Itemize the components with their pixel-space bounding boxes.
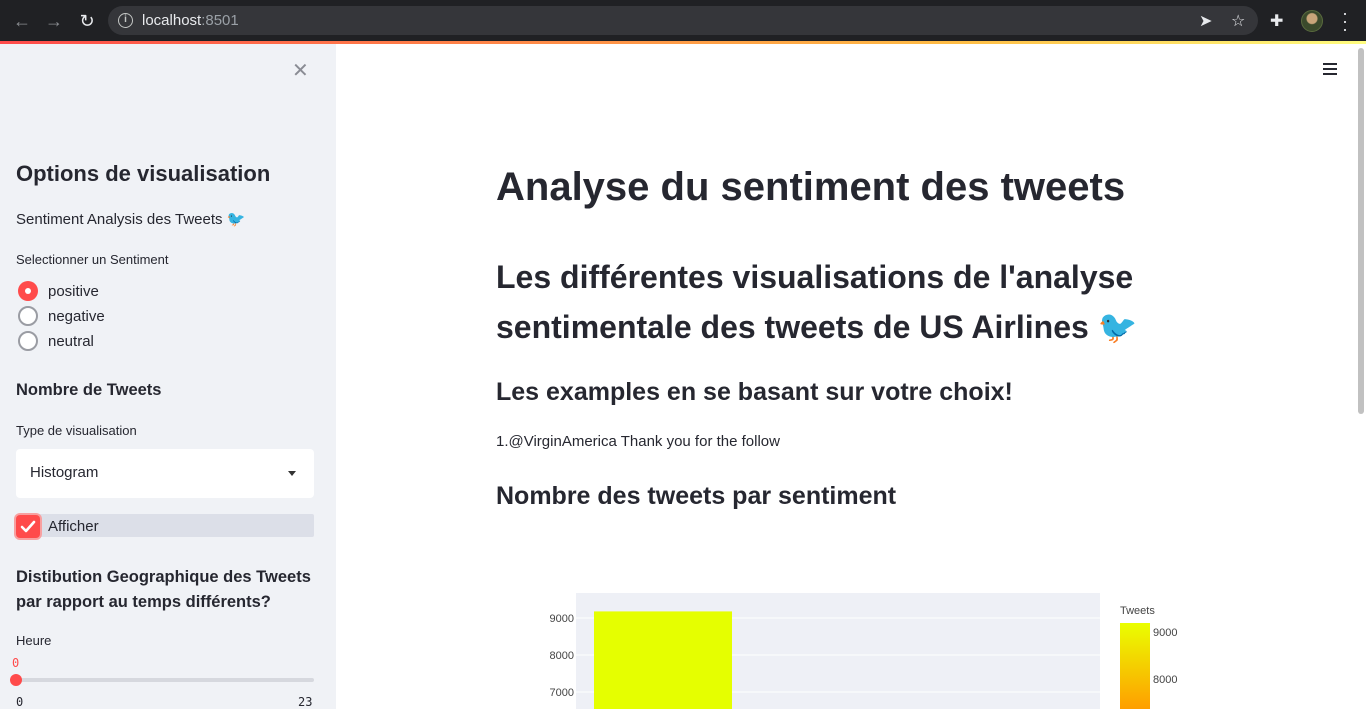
page-subtitle: Les différentes visualisations de l'anal… — [496, 259, 1138, 345]
sentiment-label: Selectionner un Sentiment — [16, 252, 169, 267]
colorbar-tick-label: 8000 — [1153, 674, 1177, 686]
page-scrollbar[interactable] — [1358, 48, 1364, 414]
example-tweet: 1.@VirginAmerica Thank you for the follo… — [496, 433, 780, 450]
bookmark-star-icon[interactable]: ☆ — [1231, 11, 1245, 31]
hour-slider-value: 0 — [12, 656, 20, 670]
colorbar — [1120, 623, 1150, 709]
browser-menu-icon[interactable]: · · · — [1338, 4, 1352, 38]
extensions-icon[interactable]: ✚ — [1270, 11, 1283, 31]
address-bar[interactable]: i localhost:8501 ➤ ☆ — [108, 6, 1258, 35]
page-title: Analyse du sentiment des tweets — [496, 165, 1126, 209]
y-tick-label: 9000 — [550, 613, 574, 625]
hour-slider-min: 0 — [16, 695, 24, 709]
send-icon[interactable]: ➤ — [1199, 11, 1212, 31]
reload-icon[interactable]: ↻ — [76, 10, 98, 32]
sidebar: ✕ Options de visualisation Sentiment Ana… — [0, 44, 336, 709]
site-info-icon[interactable]: i — [118, 13, 133, 28]
profile-avatar[interactable] — [1301, 10, 1323, 32]
radio-negative[interactable] — [18, 306, 38, 326]
browser-toolbar: ← → ↻ i localhost:8501 ➤ ☆ ✚ · · · — [0, 0, 1366, 41]
hour-slider-max: 23 — [298, 695, 313, 709]
back-icon[interactable]: ← — [11, 10, 33, 32]
viz-type-label: Type de visualisation — [16, 423, 137, 438]
examples-heading: Les examples en se basant sur votre choi… — [496, 378, 1013, 406]
colorbar-title: Tweets — [1120, 605, 1155, 617]
show-checkbox[interactable] — [16, 515, 40, 538]
y-tick-label: 7000 — [550, 687, 574, 699]
show-checkbox-label[interactable]: Afficher — [48, 518, 99, 535]
viz-type-value[interactable]: Histogram — [30, 464, 98, 481]
radio-label-neutral[interactable]: neutral — [48, 333, 94, 350]
hour-slider-thumb[interactable] — [10, 674, 22, 686]
bar-negative[interactable] — [594, 611, 732, 709]
sidebar-subtitle: Sentiment Analysis des Tweets 🐦 — [16, 211, 246, 228]
y-tick-label: 8000 — [550, 650, 574, 662]
chevron-down-icon[interactable] — [288, 471, 296, 476]
forward-icon[interactable]: → — [43, 10, 65, 32]
radio-neutral[interactable] — [18, 331, 38, 351]
geo-heading: Distibution Geographique des Tweets par … — [16, 568, 311, 611]
radio-label-negative[interactable]: negative — [48, 308, 105, 325]
hour-slider-track[interactable] — [16, 678, 314, 682]
count-heading: Nombre des tweets par sentiment — [496, 482, 897, 510]
hour-label: Heure — [16, 633, 52, 648]
radio-positive[interactable] — [18, 281, 38, 301]
checkmark-icon — [20, 520, 36, 533]
viz-type-select[interactable]: Histogram — [16, 449, 314, 498]
sentiment-bar-chart: 9000 8000 7000 Tweets 9000 8000 — [550, 593, 1177, 709]
tweets-count-heading: Nombre de Tweets — [16, 381, 162, 399]
colorbar-tick-label: 9000 — [1153, 627, 1177, 639]
url-text[interactable]: localhost:8501 — [142, 12, 239, 29]
sidebar-title: Options de visualisation — [16, 161, 271, 186]
main-menu-icon[interactable] — [1323, 63, 1337, 78]
close-sidebar-icon[interactable]: ✕ — [292, 58, 309, 83]
radio-label-positive[interactable]: positive — [48, 283, 99, 300]
